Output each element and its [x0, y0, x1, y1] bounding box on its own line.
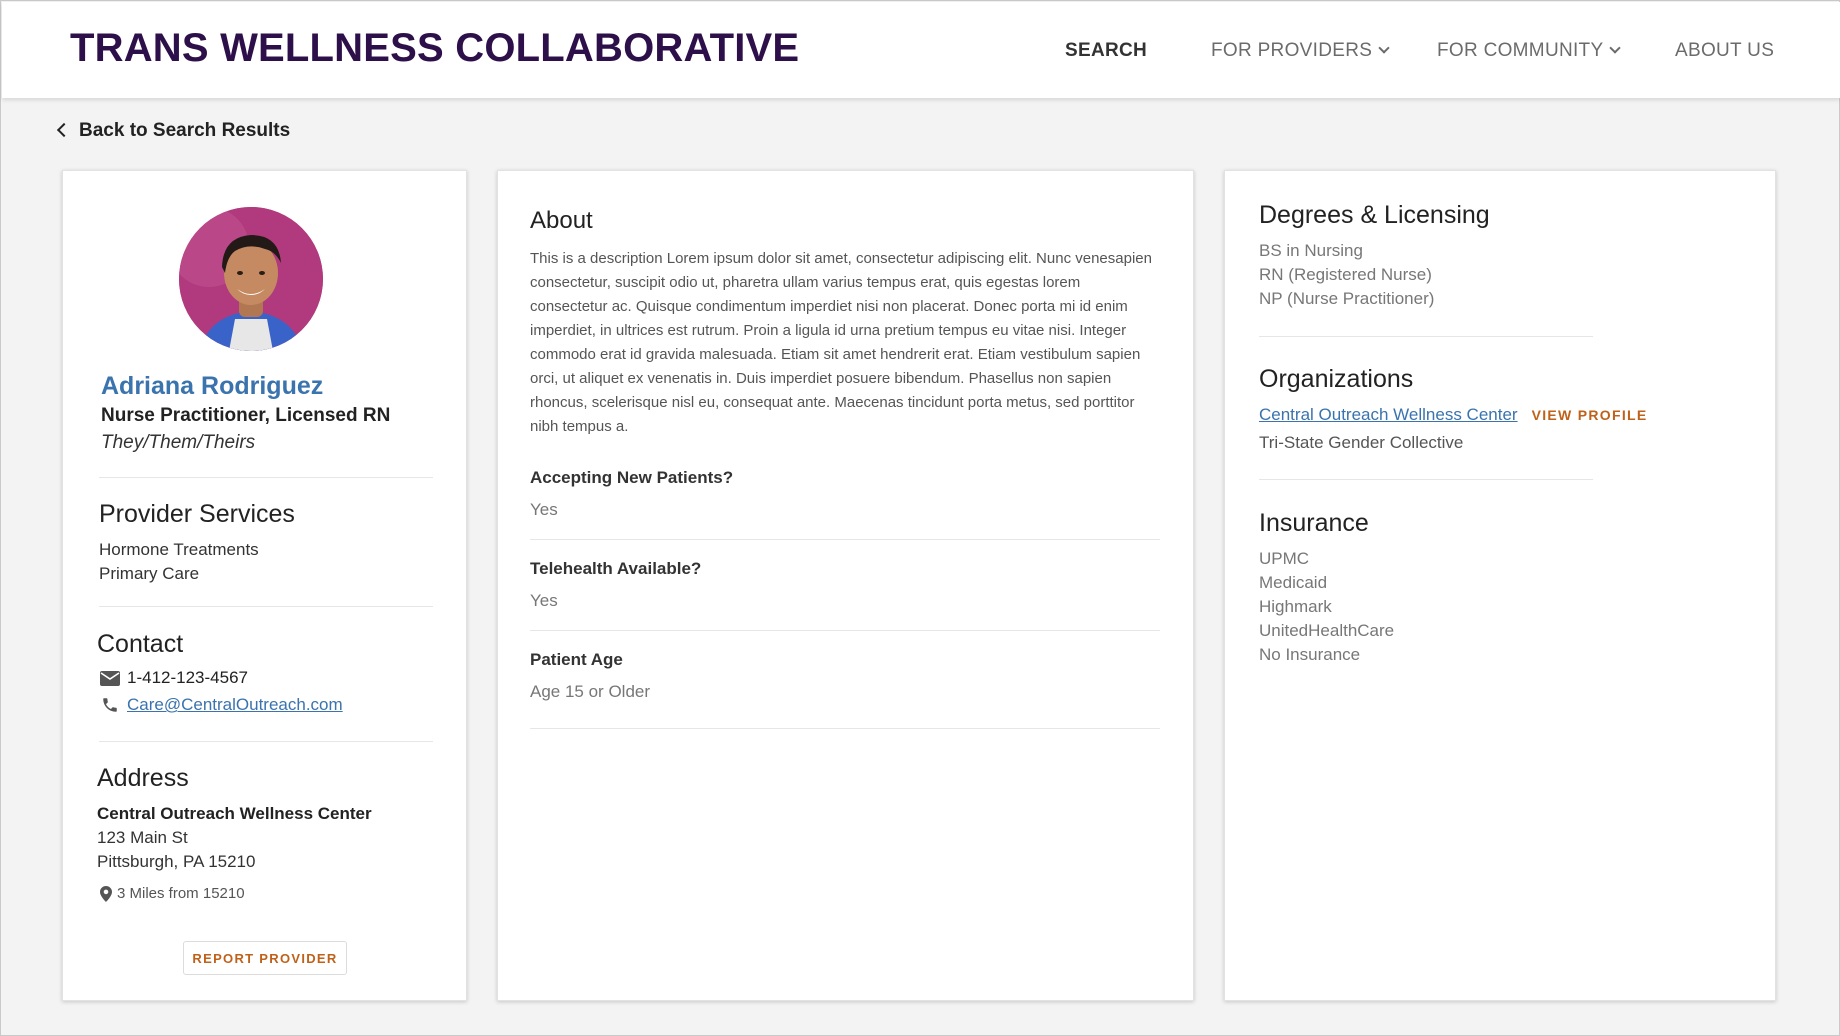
- top-navigation-bar: TRANS WELLNESS COLLABORATIVE SEARCH FOR …: [2, 2, 1840, 98]
- service-item: Primary Care: [99, 564, 200, 583]
- about-title: About: [530, 207, 593, 234]
- nav-about-us-label: ABOUT US: [1675, 40, 1775, 61]
- patient-age-label: Patient Age: [530, 650, 623, 669]
- degrees-licensing-title: Degrees & Licensing: [1259, 201, 1490, 229]
- degrees-list: BS in Nursing RN (Registered Nurse) NP (…: [1259, 239, 1434, 311]
- provider-services-title: Provider Services: [99, 500, 295, 528]
- divider: [99, 477, 433, 478]
- contact-email-link[interactable]: Care@CentralOutreach.com: [127, 695, 343, 715]
- divider: [1259, 336, 1593, 337]
- divider: [530, 728, 1160, 729]
- contact-email-row: Care@CentralOutreach.com: [99, 695, 343, 715]
- chevron-down-icon: [1378, 42, 1390, 54]
- back-label: Back to Search Results: [79, 120, 291, 141]
- address-block: Central Outreach Wellness Center 123 Mai…: [97, 802, 372, 874]
- address-title: Address: [97, 764, 189, 792]
- insurance-item: UnitedHealthCare: [1259, 621, 1395, 640]
- report-provider-button[interactable]: REPORT PROVIDER: [183, 941, 347, 975]
- provider-summary-card: Adriana Rodriguez Nurse Practitioner, Li…: [62, 170, 467, 1001]
- patient-age-value: Age 15 or Older: [530, 682, 651, 701]
- provider-name: Adriana Rodriguez: [101, 372, 324, 400]
- provider-services-list: Hormone Treatments Primary Care: [99, 538, 259, 586]
- address-city: Pittsburgh, PA 15210: [97, 852, 256, 871]
- nav-for-providers[interactable]: FOR PROVIDERS: [1211, 40, 1390, 62]
- view-profile-link[interactable]: VIEW PROFILE: [1532, 407, 1648, 423]
- insurance-title: Insurance: [1259, 509, 1369, 537]
- distance-text: 3 Miles from 15210: [117, 885, 245, 902]
- chevron-down-icon: [1609, 42, 1622, 54]
- insurance-list: UPMC Medicaid Highmark UnitedHealthCare …: [1259, 547, 1394, 667]
- divider: [1259, 479, 1593, 480]
- degree-item: NP (Nurse Practitioner): [1259, 289, 1435, 308]
- avatar: [179, 207, 323, 351]
- provider-title: Nurse Practitioner, Licensed RN: [101, 405, 391, 426]
- divider: [530, 539, 1160, 540]
- nav-about-us[interactable]: ABOUT US: [1675, 40, 1774, 62]
- organization-secondary: Tri-State Gender Collective: [1259, 433, 1464, 452]
- avatar-illustration: [179, 207, 323, 351]
- organizations-title: Organizations: [1259, 365, 1414, 393]
- insurance-item: UPMC: [1259, 549, 1310, 568]
- divider: [99, 606, 433, 607]
- degree-item: BS in Nursing: [1259, 241, 1363, 260]
- divider: [530, 630, 1160, 631]
- provider-details-card: Degrees & Licensing BS in Nursing RN (Re…: [1224, 170, 1776, 1001]
- telehealth-available-value: Yes: [530, 591, 558, 610]
- nav-search[interactable]: SEARCH: [1065, 40, 1147, 62]
- brand-logo[interactable]: TRANS WELLNESS COLLABORATIVE: [70, 26, 799, 71]
- organization-primary-row: Central Outreach Wellness Center VIEW PRO…: [1259, 403, 1648, 427]
- accepting-new-patients-label: Accepting New Patients?: [530, 468, 734, 487]
- insurance-item: Highmark: [1259, 597, 1332, 616]
- phone-icon: [99, 697, 121, 713]
- contact-phone: 1-412-123-4567: [127, 668, 248, 687]
- nav-for-community-label: FOR COMMUNITY: [1437, 40, 1604, 61]
- nav-search-label: SEARCH: [1065, 40, 1148, 61]
- organizations-list: Central Outreach Wellness Center VIEW PRO…: [1259, 403, 1648, 455]
- accepting-new-patients-value: Yes: [530, 500, 558, 519]
- contact-title: Contact: [97, 630, 184, 658]
- back-to-search-results-link[interactable]: Back to Search Results: [56, 120, 291, 142]
- nav-for-providers-label: FOR PROVIDERS: [1211, 40, 1373, 61]
- insurance-item: Medicaid: [1259, 573, 1328, 592]
- service-item: Hormone Treatments: [99, 540, 259, 559]
- divider: [99, 741, 433, 742]
- page: TRANS WELLNESS COLLABORATIVE SEARCH FOR …: [0, 0, 1840, 1036]
- distance-row: 3 Miles from 15210: [99, 885, 245, 902]
- insurance-item: No Insurance: [1259, 645, 1361, 664]
- nav-for-community[interactable]: FOR COMMUNITY: [1437, 40, 1622, 62]
- degree-item: RN (Registered Nurse): [1259, 265, 1432, 284]
- mail-icon: [99, 670, 121, 686]
- telehealth-available-label: Telehealth Available?: [530, 559, 702, 578]
- about-card: About This is a description Lorem ipsum …: [497, 170, 1194, 1001]
- address-org: Central Outreach Wellness Center: [97, 804, 372, 823]
- address-street: 123 Main St: [97, 828, 188, 847]
- map-pin-icon: [99, 885, 113, 902]
- contact-phone-row: 1-412-123-4567: [99, 668, 248, 688]
- organization-link[interactable]: Central Outreach Wellness Center: [1259, 405, 1518, 424]
- about-description: This is a description Lorem ipsum dolor …: [530, 250, 1152, 435]
- provider-pronouns: They/Them/Theirs: [101, 432, 256, 453]
- chevron-left-icon: [56, 122, 72, 138]
